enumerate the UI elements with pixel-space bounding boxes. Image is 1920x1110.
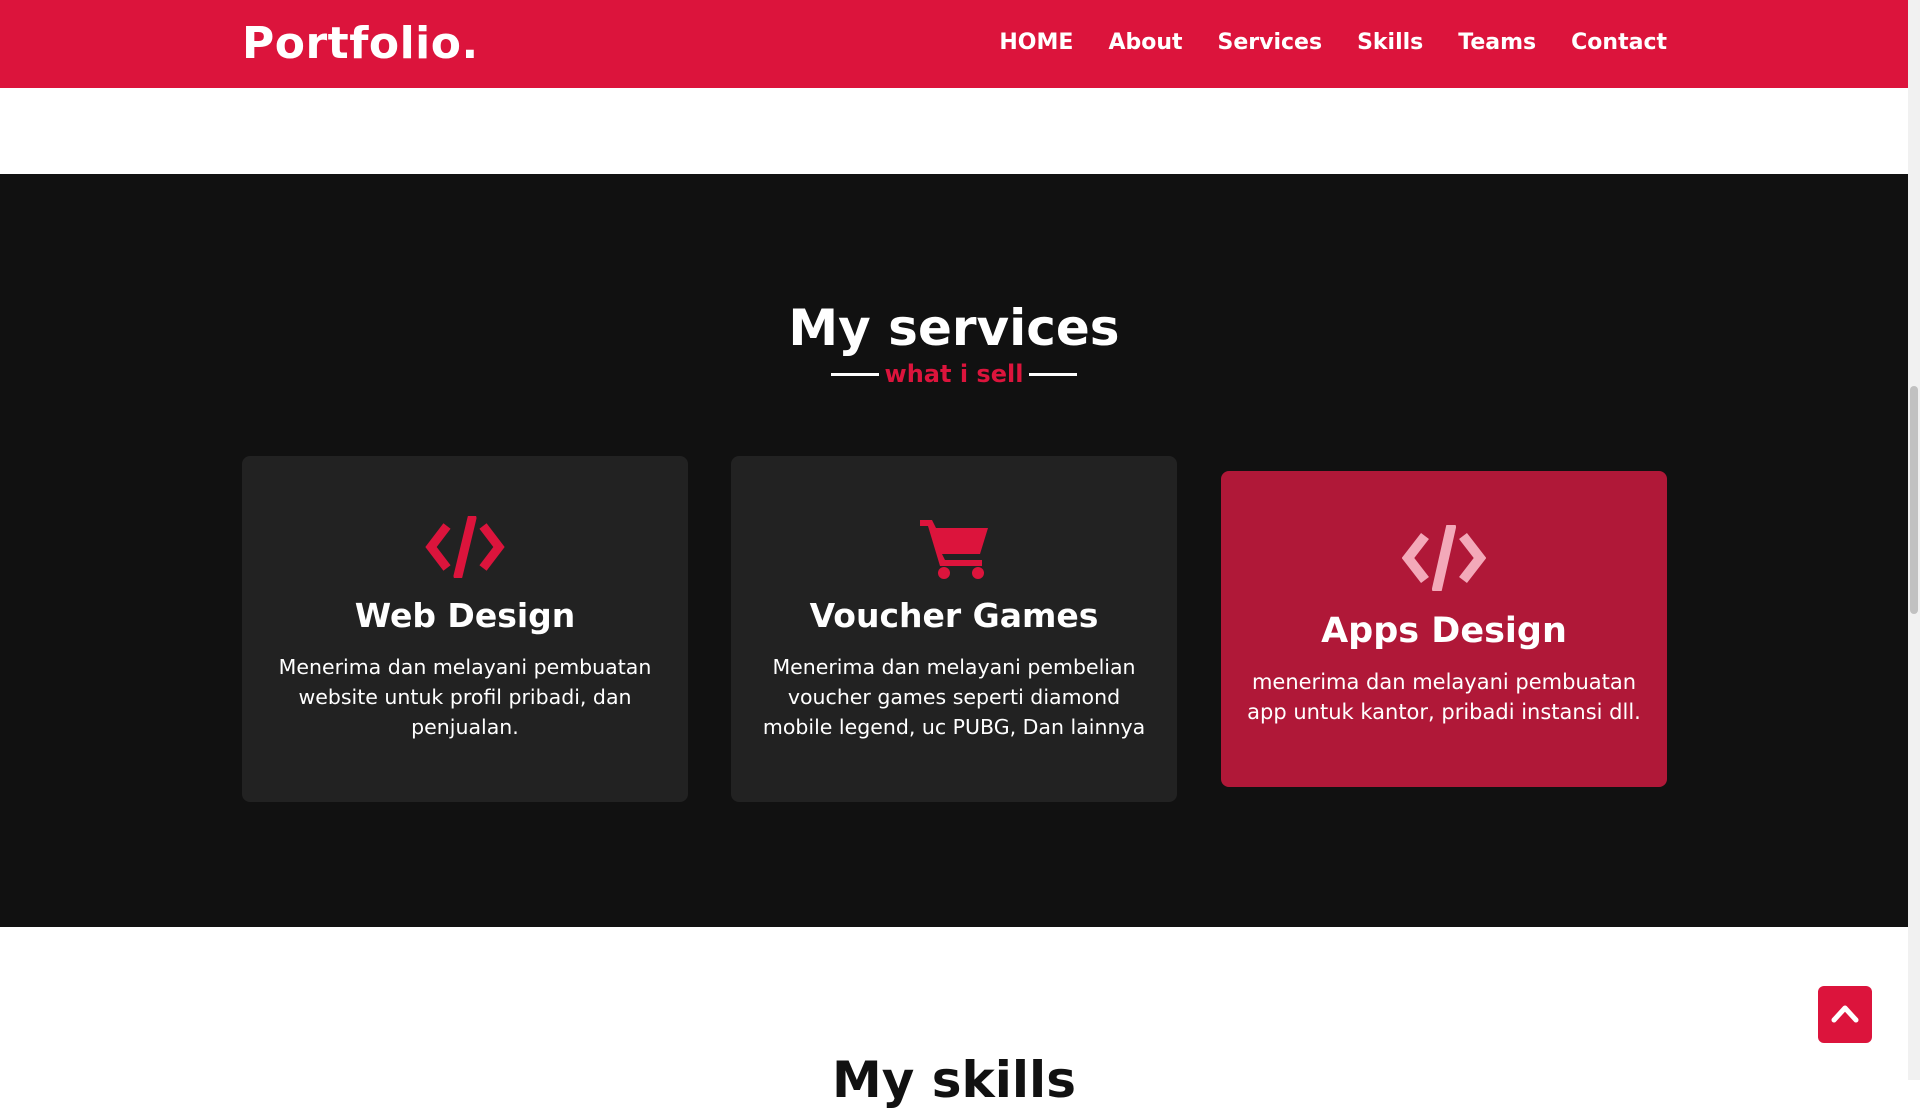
nav-menu: HOME About Services Skills Teams Contact bbox=[964, 28, 1667, 58]
service-card-title: Voucher Games bbox=[809, 596, 1099, 635]
nav-item-contact: Contact bbox=[1571, 28, 1667, 58]
subtitle-line-left bbox=[830, 372, 879, 376]
services-title: My services bbox=[788, 299, 1120, 357]
nav-item-teams: Teams bbox=[1458, 28, 1536, 58]
service-card-text: Menerima dan melayani pembelian voucher … bbox=[762, 655, 1146, 739]
chevron-up-icon bbox=[1831, 1003, 1859, 1027]
nav-link-teams[interactable]: Teams bbox=[1458, 30, 1536, 55]
nav-link-home[interactable]: HOME bbox=[999, 30, 1073, 55]
service-card-apps-design[interactable]: Apps Design menerima dan melayani pembua… bbox=[1221, 471, 1667, 787]
subtitle-line-right bbox=[1029, 372, 1078, 376]
service-card-text: Menerima dan melayani pembuatan website … bbox=[278, 655, 652, 739]
nav-item-skills: Skills bbox=[1357, 28, 1423, 58]
nav-item-home: HOME bbox=[999, 28, 1073, 58]
code-icon bbox=[1401, 522, 1487, 595]
nav-item-services: Services bbox=[1218, 28, 1323, 58]
page-scrollbar[interactable] bbox=[1908, 0, 1920, 1080]
scroll-top-button[interactable] bbox=[1818, 986, 1872, 1043]
skills-title: My skills bbox=[832, 1051, 1076, 1109]
services-subtitle-wrap: what i sell bbox=[0, 360, 1908, 388]
nav-link-skills[interactable]: Skills bbox=[1357, 30, 1423, 55]
service-card-voucher-games[interactable]: Voucher Games Menerima dan melayani pemb… bbox=[731, 456, 1177, 802]
service-card-title: Apps Design bbox=[1321, 611, 1567, 651]
services-subtitle: what i sell bbox=[884, 360, 1024, 388]
service-card-text: menerima dan melayani pembuatan app untu… bbox=[1247, 670, 1641, 724]
service-card-title: Web Design bbox=[354, 596, 576, 635]
code-icon bbox=[425, 513, 505, 582]
nav-link-about[interactable]: About bbox=[1108, 30, 1182, 55]
scrollbar-thumb[interactable] bbox=[1910, 386, 1918, 614]
navbar: Portfolio. HOME About Services Skills Te… bbox=[0, 0, 1908, 88]
services-section: My services what i sell Web Design Mener… bbox=[0, 174, 1908, 927]
nav-link-services[interactable]: Services bbox=[1218, 30, 1323, 55]
nav-item-about: About bbox=[1108, 28, 1182, 58]
service-card-web-design[interactable]: Web Design Menerima dan melayani pembuat… bbox=[242, 456, 688, 802]
shopping-cart-icon bbox=[918, 516, 990, 584]
logo[interactable]: Portfolio. bbox=[242, 17, 479, 71]
nav-link-contact[interactable]: Contact bbox=[1571, 30, 1667, 55]
